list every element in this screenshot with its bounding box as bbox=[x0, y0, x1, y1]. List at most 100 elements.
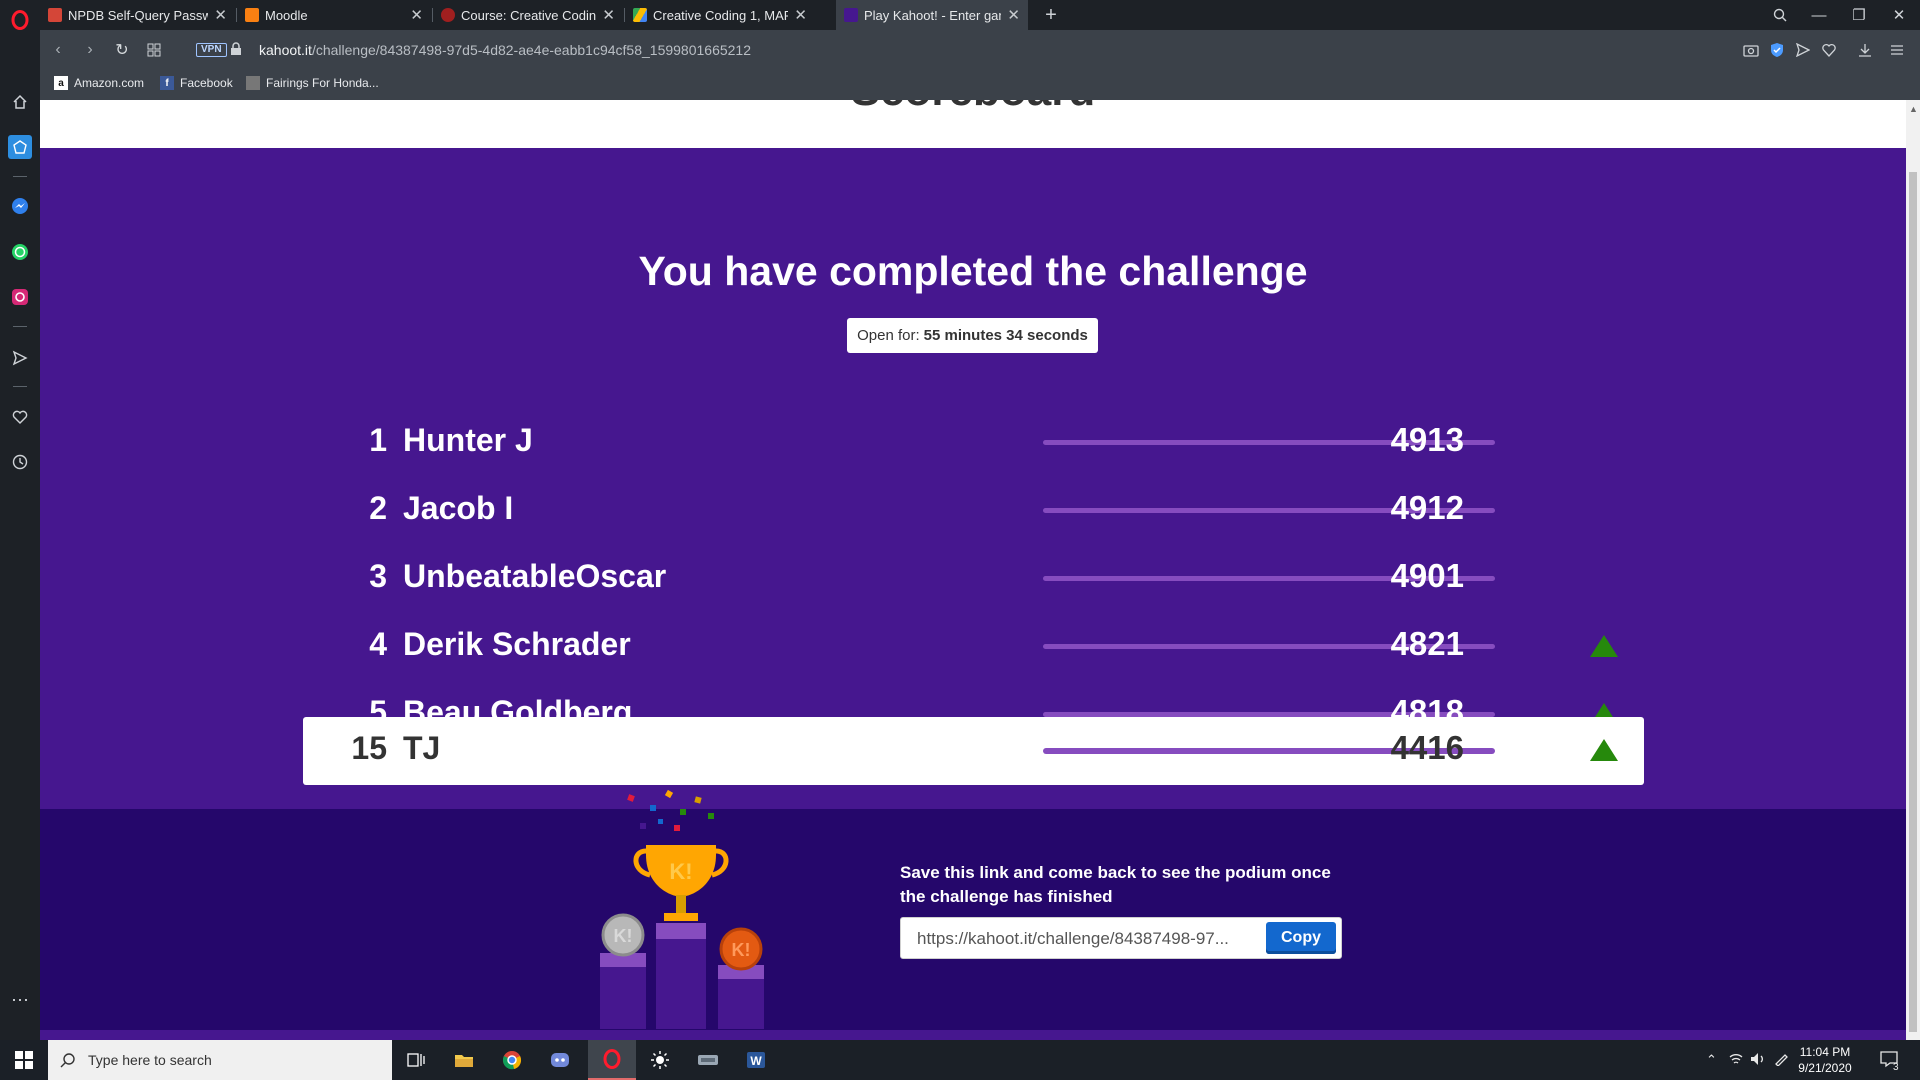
tab-creative-coding[interactable]: Creative Coding 1, MART 1 ✕ bbox=[625, 0, 815, 30]
player-name: Hunter J bbox=[403, 422, 533, 458]
bookmark-amazon[interactable]: a Amazon.com bbox=[54, 76, 144, 90]
page-scrollbar[interactable]: ▲ bbox=[1906, 100, 1920, 1040]
player-name: UnbeatableOscar bbox=[403, 558, 667, 594]
player-score: 4821 bbox=[1390, 625, 1464, 662]
home-icon[interactable] bbox=[8, 90, 32, 114]
leaderboard-row: 3 UnbeatableOscar 4901 bbox=[303, 545, 1644, 613]
instagram-icon[interactable] bbox=[8, 285, 32, 309]
system-clock[interactable]: 11:04 PM 9/21/2020 bbox=[1790, 1044, 1860, 1076]
player-name: Jacob I bbox=[403, 490, 514, 526]
forward-icon[interactable]: › bbox=[80, 40, 100, 60]
taskbar-search-box[interactable]: Type here to search bbox=[48, 1040, 392, 1080]
svg-text:K!: K! bbox=[614, 926, 633, 946]
close-window-button[interactable]: ✕ bbox=[1879, 0, 1919, 30]
drive-icon bbox=[633, 8, 647, 22]
speed-dial-icon[interactable] bbox=[8, 135, 32, 159]
player-name: TJ bbox=[403, 730, 441, 766]
flow-send-icon[interactable] bbox=[8, 346, 32, 370]
word-icon[interactable]: W bbox=[732, 1040, 780, 1080]
scroll-up-icon[interactable]: ▲ bbox=[1909, 104, 1918, 114]
bookmark-facebook[interactable]: f Facebook bbox=[160, 76, 233, 90]
reload-icon[interactable]: ↻ bbox=[112, 40, 132, 60]
player-score: 4912 bbox=[1390, 489, 1464, 526]
more-icon[interactable]: ⋯ bbox=[8, 988, 32, 1012]
windows-start-icon[interactable] bbox=[0, 1040, 48, 1080]
save-link-instructions: Save this link and come back to see the … bbox=[900, 863, 1331, 906]
messenger-icon[interactable] bbox=[8, 194, 32, 218]
scoreboard-title: Scoreboard bbox=[40, 100, 1906, 116]
whatsapp-icon[interactable] bbox=[8, 240, 32, 264]
player-rank: 2 bbox=[369, 490, 387, 526]
bookmark-fairings[interactable]: Fairings For Honda... bbox=[246, 76, 379, 90]
download-icon[interactable] bbox=[1856, 41, 1874, 59]
tab-kahoot[interactable]: Play Kahoot! - Enter game ✕ bbox=[836, 0, 1028, 30]
search-tabs-icon[interactable] bbox=[1760, 0, 1800, 30]
scoreboard-header: Scoreboard bbox=[40, 100, 1906, 148]
bookmarks-bar: a Amazon.com f Facebook Fairings For Hon… bbox=[40, 70, 1920, 100]
gmail-icon bbox=[48, 8, 62, 22]
player-rank: 4 bbox=[369, 626, 387, 662]
close-tab-icon[interactable]: ✕ bbox=[1007, 6, 1020, 24]
minimize-button[interactable]: — bbox=[1799, 0, 1839, 30]
scrollbar-thumb[interactable] bbox=[1909, 172, 1917, 1032]
tab-course[interactable]: Course: Creative Coding I ( ✕ bbox=[433, 0, 623, 30]
player-rank: 3 bbox=[369, 558, 387, 594]
facebook-icon: f bbox=[160, 76, 174, 90]
adblock-shield-icon[interactable] bbox=[1768, 41, 1786, 59]
close-tab-icon[interactable]: ✕ bbox=[410, 6, 423, 24]
kahoot-icon bbox=[844, 8, 858, 22]
brightness-icon[interactable] bbox=[636, 1040, 684, 1080]
open-for-value: 55 minutes 34 seconds bbox=[923, 327, 1088, 344]
tab-npdb[interactable]: NPDB Self-Query Password ✕ bbox=[40, 0, 235, 30]
tray-chevron-icon[interactable]: ⌃ bbox=[1706, 1052, 1717, 1068]
easy-setup-icon[interactable] bbox=[1888, 41, 1906, 59]
lock-icon[interactable] bbox=[230, 42, 242, 61]
heart-icon[interactable] bbox=[8, 405, 32, 429]
close-tab-icon[interactable]: ✕ bbox=[602, 6, 615, 24]
wifi-icon[interactable] bbox=[1728, 1052, 1744, 1069]
new-tab-button[interactable]: + bbox=[1036, 0, 1066, 30]
share-link-box: https://kahoot.it/challenge/84387498-97.… bbox=[900, 917, 1342, 959]
snapshot-icon[interactable] bbox=[1742, 41, 1760, 59]
svg-text:K!: K! bbox=[669, 859, 692, 884]
opera-taskbar-icon[interactable] bbox=[588, 1040, 636, 1080]
trophy-podium-illustration: K! K! K! bbox=[600, 789, 764, 1029]
search-placeholder: Type here to search bbox=[88, 1052, 212, 1068]
send-icon[interactable] bbox=[1794, 41, 1812, 59]
player-score: 4901 bbox=[1390, 557, 1464, 594]
vpn-badge[interactable]: VPN bbox=[196, 43, 227, 57]
tab-grid-icon[interactable] bbox=[144, 40, 164, 60]
chrome-icon[interactable] bbox=[488, 1040, 536, 1080]
clock-date: 9/21/2020 bbox=[1798, 1061, 1852, 1075]
volume-icon[interactable] bbox=[1750, 1052, 1766, 1069]
bookmark-heart-icon[interactable] bbox=[1820, 41, 1838, 59]
leaderboard-row: 4 Derik Schrader 4821 bbox=[303, 613, 1644, 681]
rank-up-arrow-icon bbox=[1590, 635, 1618, 657]
share-link-field[interactable]: https://kahoot.it/challenge/84387498-97.… bbox=[917, 929, 1257, 949]
history-clock-icon[interactable] bbox=[8, 450, 32, 474]
task-view-icon[interactable] bbox=[392, 1040, 440, 1080]
url-field[interactable]: kahoot.it/challenge/84387498-97d5-4d82-a… bbox=[259, 42, 751, 58]
search-icon bbox=[60, 1053, 75, 1068]
moodle-icon bbox=[245, 8, 259, 22]
discord-icon[interactable] bbox=[536, 1040, 584, 1080]
notification-count: 3 bbox=[1893, 1062, 1899, 1073]
close-tab-icon[interactable]: ✕ bbox=[214, 6, 227, 24]
open-for-badge: Open for: 55 minutes 34 seconds bbox=[847, 318, 1098, 353]
leaderboard-row: 2 Jacob I 4912 bbox=[303, 477, 1644, 545]
sidebar-divider bbox=[13, 176, 27, 177]
tab-moodle[interactable]: Moodle ✕ bbox=[237, 0, 431, 30]
windows-taskbar: Type here to search W ⌃ 11:04 PM 9/21/20… bbox=[0, 1040, 1920, 1080]
network-drive-icon[interactable] bbox=[684, 1040, 732, 1080]
file-explorer-icon[interactable] bbox=[440, 1040, 488, 1080]
copy-button[interactable]: Copy bbox=[1266, 922, 1336, 954]
close-tab-icon[interactable]: ✕ bbox=[794, 6, 807, 24]
opera-logo-icon[interactable] bbox=[8, 8, 32, 32]
amazon-icon: a bbox=[54, 76, 68, 90]
pen-icon[interactable] bbox=[1774, 1052, 1790, 1069]
player-rank: 15 bbox=[351, 730, 387, 766]
player-name: Derik Schrader bbox=[403, 626, 631, 662]
open-for-label: Open for: bbox=[857, 327, 920, 344]
restore-button[interactable]: ❐ bbox=[1839, 0, 1879, 30]
back-icon[interactable]: ‹ bbox=[48, 40, 68, 60]
